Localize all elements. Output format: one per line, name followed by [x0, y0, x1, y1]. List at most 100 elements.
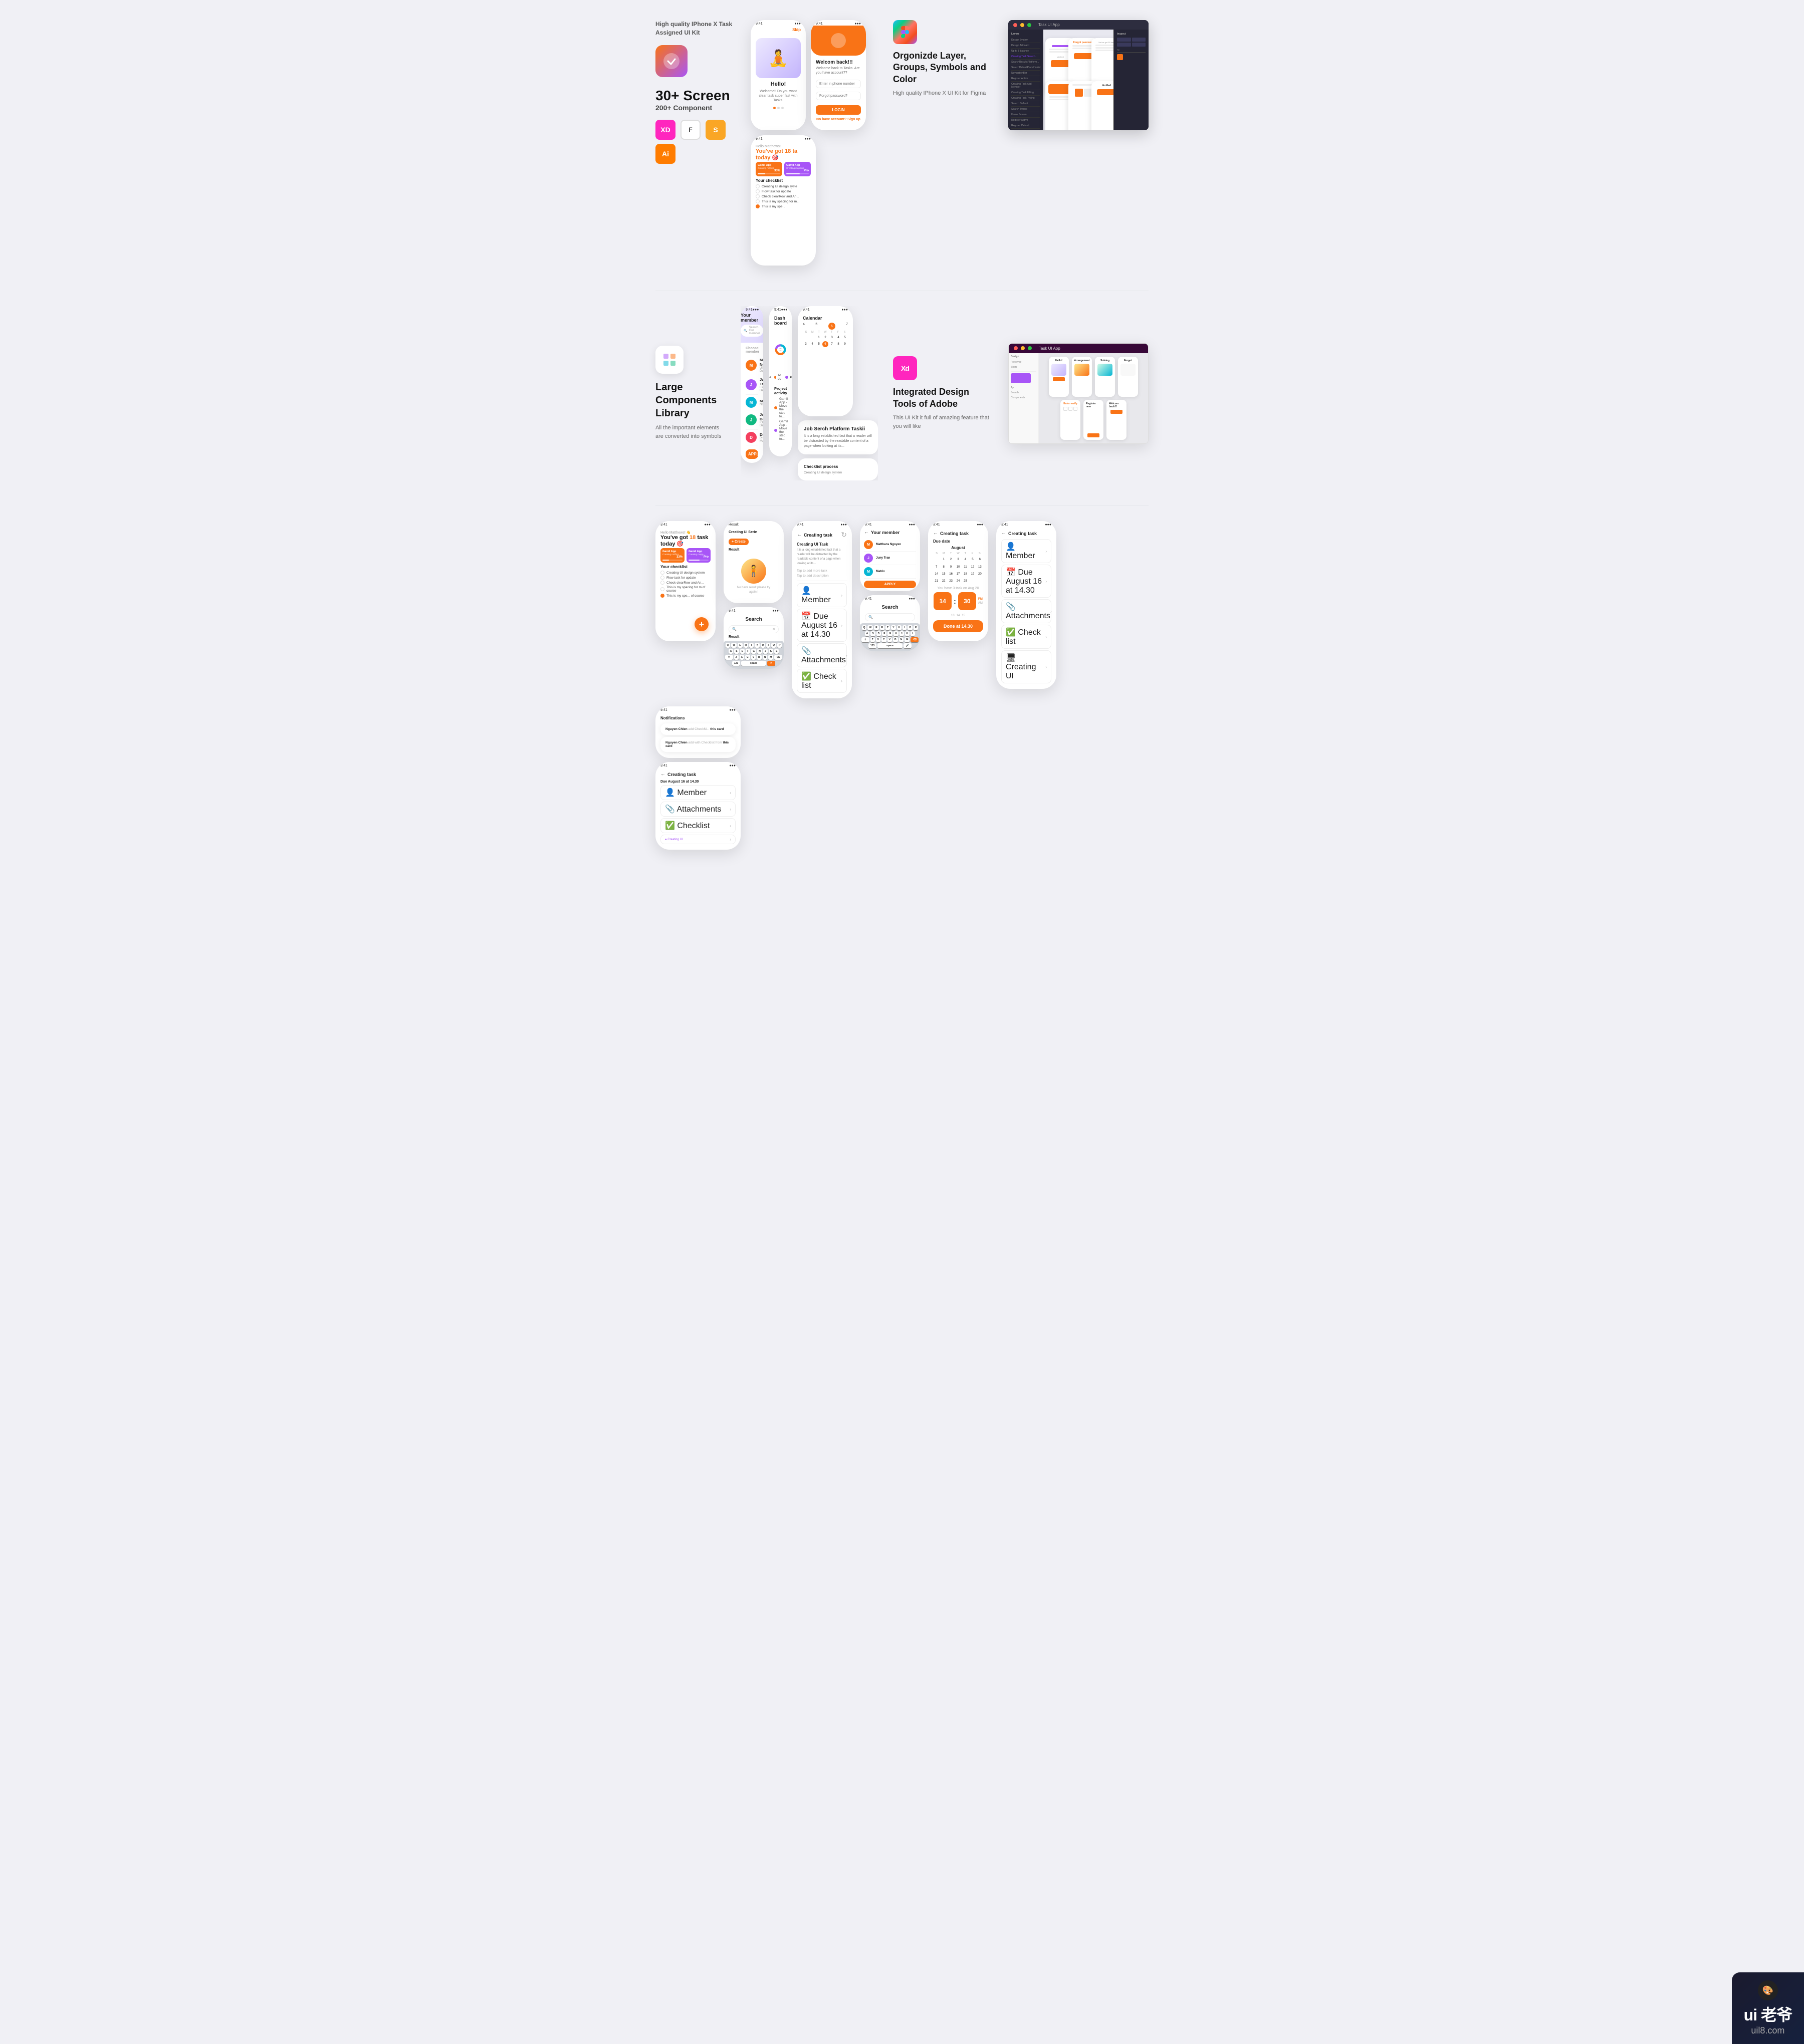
- ct2-field-member[interactable]: 👤 Member ›: [1001, 539, 1051, 563]
- hour-picker[interactable]: 14: [934, 592, 952, 610]
- ct-simple-due: Due August 16 at 14.30: [660, 780, 736, 784]
- hero-phone-group: 9:41 ●●● Skip Hello! Welcome!! Do you wa…: [751, 20, 878, 266]
- section-components: Large Components Library All the importa…: [655, 306, 1149, 480]
- field-checklist[interactable]: ✅ Check list ›: [797, 669, 847, 693]
- job-sub: It is a long established fact that a rea…: [804, 434, 872, 448]
- member-item-3: M Matrix Node Js: [746, 395, 758, 410]
- ai-tool-row: Ai: [655, 144, 736, 164]
- refresh-icon[interactable]: ↻: [841, 531, 847, 539]
- ct-simple-member[interactable]: 👤 Member ›: [660, 785, 736, 800]
- field-member[interactable]: 👤 Member ›: [797, 583, 847, 607]
- status-bar: 9:41 ●●●: [792, 521, 852, 527]
- dot-2: [777, 107, 780, 109]
- create-button[interactable]: + Create: [729, 539, 749, 545]
- status-bar: 9:41 ●●●: [811, 20, 866, 26]
- password-input[interactable]: [816, 92, 861, 100]
- figma-canvas: Verified Forgot password You've got 18 t…: [1043, 30, 1113, 130]
- figma-window-title: Task UI App: [1038, 23, 1060, 27]
- apply-button[interactable]: APPLY: [746, 449, 758, 459]
- section-screenshots: 9:41 ●●● Hello Matthews! 👋 You've got 18…: [655, 521, 1149, 850]
- dot-1: [773, 107, 776, 109]
- dash-task-count: You've got 18 task today 🎯: [660, 535, 711, 547]
- status-bar: 9:41 ●●●: [860, 595, 920, 601]
- done-button[interactable]: Done at 14.30: [933, 620, 983, 632]
- choose-member-label: Choose member: [746, 347, 758, 354]
- checklist-item-3: Check clearRow and An...: [756, 194, 811, 198]
- ct-simple-checklist[interactable]: ✅ Checklist ›: [660, 818, 736, 833]
- figma-layers-panel: Layers Design System Design Artboard Up …: [1008, 30, 1043, 130]
- ct2-field-due[interactable]: 📅 Due August 16 at 14.30 ›: [1001, 565, 1051, 598]
- ct-simple-attachments[interactable]: 📎 Attachments ›: [660, 802, 736, 817]
- maximize-dot: [1028, 346, 1032, 350]
- phone-donut-chart: 9:41 ●●● Dash board 37%: [769, 306, 792, 456]
- notif-ct-stack: 9:41 ●●● Notifications Nguyen Chien add …: [655, 706, 741, 850]
- watermark: 🎨 ui 老爷 uil8.com: [1732, 1972, 1804, 2044]
- calendar-stack: 9:41 ●●● Calendar 4 5 6 7 SM TW: [798, 306, 878, 480]
- welcome-title: Welcom back!!!: [816, 60, 861, 65]
- components-info: Large Components Library All the importa…: [655, 346, 726, 441]
- no-result-state: 🧍 No have result please try again !: [729, 554, 779, 599]
- member-search[interactable]: 🔍 Search Our member: [741, 325, 763, 337]
- hero-left-panel: High quality IPhone X Task Assigned UI K…: [655, 20, 736, 168]
- hello-title: Hello!: [756, 81, 801, 87]
- search-input[interactable]: 🔍 ✕: [729, 625, 779, 633]
- member-date-stack: 9:41 ●●● ← Your member M Matthans Ngoyen: [860, 521, 920, 651]
- add-task-label: Tap to add more task: [797, 569, 847, 573]
- figma-inspector: Inspect Fill: [1113, 30, 1149, 130]
- field-attachments[interactable]: 📎 Attachments ›: [797, 643, 847, 667]
- keyboard-overlay-2[interactable]: QW ER TY UI OP AS DF GH JK L ⇧: [860, 623, 920, 651]
- phone-input[interactable]: [816, 80, 861, 88]
- calendar-title: Calendar: [803, 316, 848, 321]
- field-due-date[interactable]: 📅 Due August 16 at 14.30 ›: [797, 609, 847, 642]
- sketch-badge: S: [706, 120, 726, 140]
- dash-app-row: Gamil App Creating notifica 33% Gamil Ap…: [660, 548, 711, 563]
- section-hero: High quality IPhone X Task Assigned UI K…: [655, 20, 1149, 266]
- figma-topbar: Task UI App: [1008, 20, 1149, 30]
- signup-link[interactable]: No have account? Sign up: [816, 118, 861, 121]
- close-dot: [1014, 346, 1018, 350]
- checklist-process-card: Checklist process Creating UI design sys…: [798, 458, 878, 480]
- task-card-2: Gamil App Creating mapping Pro: [784, 162, 811, 176]
- fab-button[interactable]: +: [695, 617, 709, 631]
- back-icon[interactable]: ←: [797, 532, 802, 538]
- activity-item-2: Gamil App - Move the step to...: [774, 420, 787, 441]
- ct2-field-attachments[interactable]: 📎 Attachments ›: [1001, 599, 1051, 623]
- onboarding-illustration: [756, 38, 801, 78]
- screenshot-search-kb2: 9:41 ●●● Search 🔍 QW ER TY UI: [860, 595, 920, 651]
- date-month: August: [933, 546, 983, 550]
- figma-body: Layers Design System Design Artboard Up …: [1008, 30, 1149, 130]
- xd-section-sub: This UI Kit it full of amazing feature t…: [893, 414, 993, 430]
- ct2-field-checklist[interactable]: ✅ Check list ›: [1001, 625, 1051, 649]
- avatar-3: M: [746, 397, 757, 408]
- login-button[interactable]: LOGIN: [816, 105, 861, 115]
- am-pm-picker[interactable]: PM AM: [978, 598, 983, 605]
- skip-btn[interactable]: Skip: [751, 26, 806, 34]
- minute-picker[interactable]: 30: [958, 592, 976, 610]
- screen-count: 30+ Screen: [655, 87, 736, 104]
- screenshot-creating-task-2: 9:41 ●●● ← Creating task 👤 Member › 📅 Du…: [996, 521, 1056, 689]
- phone-onboarding: 9:41 ●●● Skip Hello! Welcome!! Do you wa…: [751, 20, 806, 130]
- screenshot-date-picker: 9:41 ●●● ← Creating task Due date August…: [928, 521, 988, 641]
- calendar-grid: 1 2 3 4 5 3 4 5 6 7 8 9: [803, 335, 848, 347]
- figma-section-sub: High quality IPhone X UI Kit for Figma: [893, 89, 993, 98]
- notif-item-1: Nguyen Chien add CheckM... this card: [660, 723, 736, 735]
- status-bar: Result: [724, 521, 784, 527]
- ct-simple-creating-ui[interactable]: ● Creating UI ›: [660, 835, 736, 844]
- component-phone-group: 9:41 ●●● Your member 🔍 Search Our member…: [741, 306, 878, 480]
- svg-text:Done: Done: [780, 350, 782, 351]
- member-item-5: D Denther Product Manager: [746, 430, 758, 445]
- no-result-text: No have result please try again !: [734, 586, 774, 594]
- apply-button[interactable]: APPLY: [864, 581, 916, 588]
- status-bar: 9:41 ●●●: [655, 706, 741, 712]
- checklist-process-title: Checklist process: [804, 464, 872, 469]
- xd-section-title: Integrated Design Tools of Adobe: [893, 386, 993, 410]
- task-app-row: Gamil App Creating notifica 33% Gamil Ap…: [756, 162, 811, 176]
- figma-description: Orgonizde Layer, Groups, Symbols and Col…: [893, 20, 993, 98]
- dashboard-chart-title: Dash board: [774, 316, 787, 326]
- screenshot-dashboard: 9:41 ●●● Hello Matthews! 👋 You've got 18…: [655, 521, 716, 641]
- keyboard-overlay[interactable]: QW ER TY UI OP AS DF GH JK L ⇧: [724, 641, 784, 669]
- ct2-field-creating-ui[interactable]: 🖥 Creating UI ›: [1001, 650, 1051, 683]
- status-bar: 9:41 ●●●: [751, 135, 816, 141]
- figma-section-title: Orgonizde Layer, Groups, Symbols and Col…: [893, 50, 993, 85]
- member-item-4: J Josh Deer IOS Developer: [746, 410, 758, 430]
